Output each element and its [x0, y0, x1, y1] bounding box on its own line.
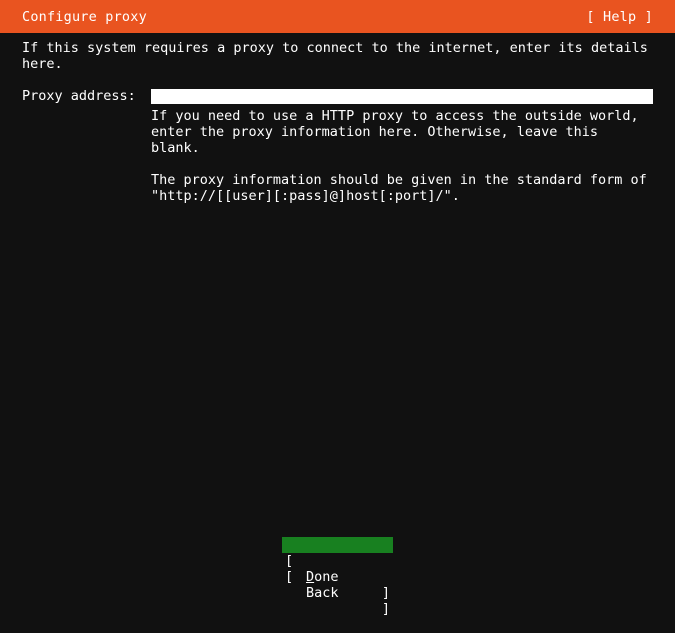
done-button[interactable]: [ Done ] — [282, 537, 393, 601]
proxy-address-label: Proxy address: — [22, 88, 136, 104]
done-bracket-right: ] — [381, 585, 390, 601]
back-bracket-left: [ — [285, 569, 294, 585]
help-paragraph-1: If you need to use a HTTP proxy to acces… — [151, 108, 647, 156]
help-button[interactable]: [ Help ] — [586, 9, 653, 25]
title-bar: Configure proxy [ Help ] — [0, 0, 675, 33]
back-bracket-right: ] — [381, 601, 390, 617]
page-title: Configure proxy — [22, 8, 147, 25]
button-group: [ Done ] [ Back ] — [0, 537, 675, 617]
field-help-text: If you need to use a HTTP proxy to acces… — [151, 108, 654, 204]
back-button[interactable]: [ Back ] — [282, 553, 393, 617]
proxy-address-row: Proxy address: — [0, 88, 675, 106]
back-button-label: Back — [306, 585, 339, 601]
installer-screen: Configure proxy [ Help ] If this system … — [0, 0, 675, 617]
intro-text: If this system requires a proxy to conne… — [22, 40, 656, 72]
main-content: If this system requires a proxy to conne… — [0, 33, 675, 617]
proxy-address-input[interactable] — [151, 89, 653, 104]
help-paragraph-2: The proxy information should be given in… — [151, 172, 655, 204]
